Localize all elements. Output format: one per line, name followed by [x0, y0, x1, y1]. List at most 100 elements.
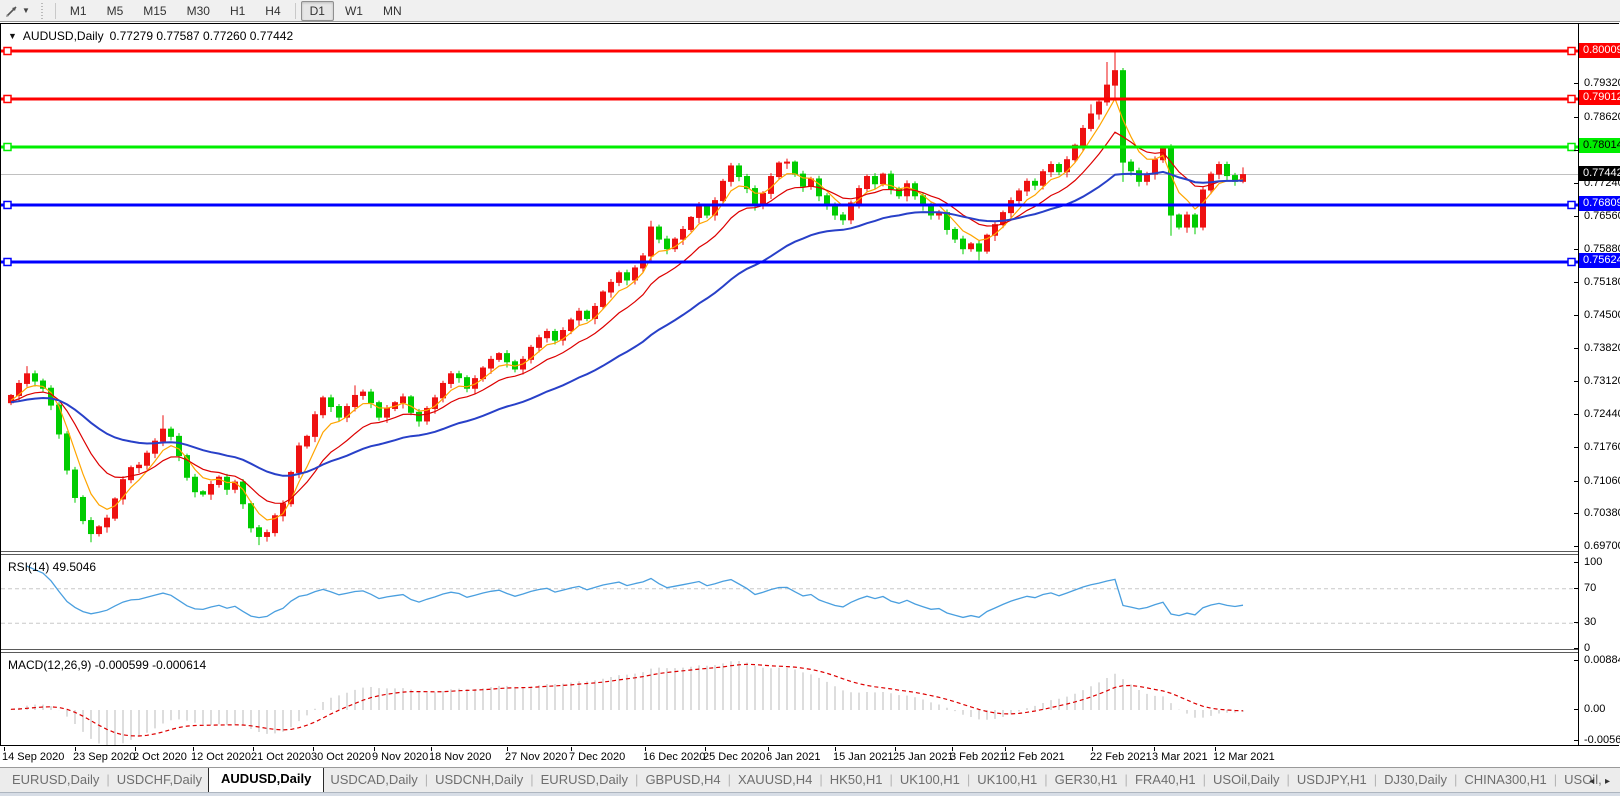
- time-tick-label: 9 Nov 2020: [372, 751, 428, 763]
- toolbar-separator: [55, 3, 56, 19]
- line-handle[interactable]: [4, 48, 11, 55]
- time-tick-label: 14 Sep 2020: [2, 751, 64, 763]
- rsi-scale-label: 0: [1584, 642, 1590, 654]
- symbol-tab-usdjpy-h1[interactable]: USDJPY,H1: [1291, 769, 1373, 792]
- symbol-tab-dj30-daily[interactable]: DJ30,Daily: [1378, 769, 1453, 792]
- line-handle[interactable]: [1568, 201, 1575, 208]
- timeframe-button-m15[interactable]: M15: [134, 1, 175, 21]
- top-toolbar: ▼ M1M5M15M30H1H4 D1W1MN: [0, 0, 1620, 22]
- axis-tick-mark: [1574, 588, 1579, 589]
- timeframe-button-mn[interactable]: MN: [374, 1, 411, 21]
- time-tick-label: 6 Jan 2021: [766, 751, 820, 763]
- axis-tick-mark: [1574, 447, 1579, 448]
- axis-tick-mark: [1574, 282, 1579, 283]
- ma-fast-line: [11, 99, 1243, 520]
- time-tick-label: 27 Nov 2020: [505, 751, 567, 763]
- symbol-tab-usdcad-daily[interactable]: USDCAD,Daily: [324, 769, 423, 792]
- pointer-tool-icon[interactable]: [3, 3, 21, 19]
- line-handle[interactable]: [4, 143, 11, 150]
- symbol-tab-eurusd-daily[interactable]: EURUSD,Daily: [535, 769, 634, 792]
- line-handle[interactable]: [1568, 95, 1575, 102]
- price-tick-label: 0.75180: [1584, 276, 1620, 288]
- tool-dropdown-caret-icon[interactable]: ▼: [22, 6, 30, 15]
- symbol-tab-uk100-h1[interactable]: UK100,H1: [894, 769, 966, 792]
- axis-tick-mark: [1574, 562, 1579, 563]
- panel-separator[interactable]: [1, 551, 1618, 555]
- axis-tick-mark: [1574, 249, 1579, 250]
- axis-tick-mark: [1574, 348, 1579, 349]
- ma-slow-line: [11, 172, 1243, 476]
- time-tick-label: 21 Oct 2020: [251, 751, 311, 763]
- symbol-tab-china300-h1[interactable]: CHINA300,H1: [1458, 769, 1552, 792]
- time-tick-label: 12 Mar 2021: [1213, 751, 1275, 763]
- timeframe-button-h4[interactable]: H4: [256, 1, 289, 21]
- toolbar-separator: [295, 3, 296, 19]
- timeframe-button-m5[interactable]: M5: [98, 1, 133, 21]
- collapse-triangle-icon[interactable]: ▼: [8, 31, 17, 41]
- timeframe-button-m1[interactable]: M1: [61, 1, 96, 21]
- axis-tick-mark: [1574, 546, 1579, 547]
- rsi-indicator-label: RSI(14) 49.5046: [8, 560, 96, 574]
- symbol-tab-audusd-daily[interactable]: AUDUSD,Daily: [208, 767, 324, 792]
- symbol-tab-ger30-h1[interactable]: GER30,H1: [1049, 769, 1124, 792]
- axis-tick-mark: [1574, 481, 1579, 482]
- toolbar-gripper[interactable]: [40, 3, 45, 19]
- symbol-tab-usdcnh-daily[interactable]: USDCNH,Daily: [429, 769, 529, 792]
- macd-indicator-label: MACD(12,26,9) -0.000599 -0.000614: [8, 658, 206, 672]
- line-handle[interactable]: [4, 258, 11, 265]
- chart-quote-values: 0.77279 0.77587 0.77260 0.77442: [110, 29, 294, 43]
- chart-window[interactable]: ▼ AUDUSD,Daily 0.77279 0.77587 0.77260 0…: [0, 23, 1619, 746]
- time-tick-label: 30 Oct 2020: [311, 751, 371, 763]
- line-handle[interactable]: [4, 95, 11, 102]
- time-tick-label: 22 Feb 2021: [1090, 751, 1152, 763]
- price-chart-canvas[interactable]: [1, 25, 1578, 553]
- time-tick-label: 23 Sep 2020: [73, 751, 135, 763]
- axis-tick-mark: [1574, 622, 1579, 623]
- time-tick-label: 12 Feb 2021: [1003, 751, 1065, 763]
- symbol-tab-bar: EURUSD,Daily|USDCHF,DailyAUDUSD,DailyUSD…: [0, 767, 1620, 792]
- axis-tick-mark: [1574, 381, 1579, 382]
- macd-scale-label: -0.00565: [1584, 734, 1620, 746]
- symbol-tab-xauusd-h4[interactable]: XAUUSD,H4: [732, 769, 818, 792]
- time-axis[interactable]: 14 Sep 2020 23 Sep 20202 Oct 2020 12 Oct 2…: [0, 747, 1620, 766]
- timeframe-button-w1[interactable]: W1: [336, 1, 372, 21]
- axis-tick-mark: [1574, 648, 1579, 649]
- axis-tick-mark: [1574, 513, 1579, 514]
- symbol-tab-eurusd-daily[interactable]: EURUSD,Daily: [6, 769, 105, 792]
- symbol-tab-uk100-h1[interactable]: UK100,H1: [971, 769, 1043, 792]
- tab-scroll-arrows-icon[interactable]: ◂ ▸: [1589, 776, 1614, 787]
- rsi-line: [27, 566, 1243, 618]
- line-handle[interactable]: [1568, 258, 1575, 265]
- symbol-tab-fra40-h1[interactable]: FRA40,H1: [1129, 769, 1202, 792]
- macd-panel-canvas[interactable]: [1, 654, 1578, 745]
- timeframe-button-d1[interactable]: D1: [301, 1, 334, 21]
- symbol-tab-hk50-h1[interactable]: HK50,H1: [824, 769, 889, 792]
- rsi-scale-label: 70: [1584, 582, 1596, 594]
- macd-scale-label: 0.00: [1584, 703, 1605, 715]
- timeframe-button-h1[interactable]: H1: [221, 1, 254, 21]
- symbol-tab-usdchf-daily[interactable]: USDCHF,Daily: [111, 769, 208, 792]
- price-axis[interactable]: 0.793200.786200.779400.772400.765600.758…: [1578, 24, 1620, 745]
- symbol-tab-gbpusd-h4[interactable]: GBPUSD,H4: [639, 769, 726, 792]
- time-tick-label: 2 Oct 2020: [133, 751, 187, 763]
- axis-tick-mark: [1574, 117, 1579, 118]
- line-handle[interactable]: [1568, 48, 1575, 55]
- line-handle[interactable]: [4, 201, 11, 208]
- time-tick-label: 3 Feb 2021: [950, 751, 1006, 763]
- price-tick-label: 0.72440: [1584, 408, 1620, 420]
- symbol-tab-usoil-daily[interactable]: USOil,Daily: [1207, 769, 1285, 792]
- price-tick-label: 0.78620: [1584, 111, 1620, 123]
- price-tag-0.80009: 0.80009: [1579, 43, 1620, 58]
- rsi-scale-label: 30: [1584, 616, 1596, 628]
- time-tick-label: 12 Oct 2020: [191, 751, 251, 763]
- axis-tick-mark: [1574, 740, 1579, 741]
- rsi-scale-label: 100: [1584, 556, 1602, 568]
- rsi-panel-canvas[interactable]: [1, 556, 1578, 651]
- panel-separator[interactable]: [1, 649, 1618, 653]
- chart-ohlc-header: ▼ AUDUSD,Daily 0.77279 0.77587 0.77260 0…: [8, 29, 293, 43]
- axis-tick-mark: [1574, 315, 1579, 316]
- time-tick-label: 15 Jan 2021: [833, 751, 894, 763]
- timeframe-button-m30[interactable]: M30: [178, 1, 219, 21]
- axis-tick-mark: [1574, 216, 1579, 217]
- price-tag-0.78014: 0.78014: [1579, 138, 1620, 153]
